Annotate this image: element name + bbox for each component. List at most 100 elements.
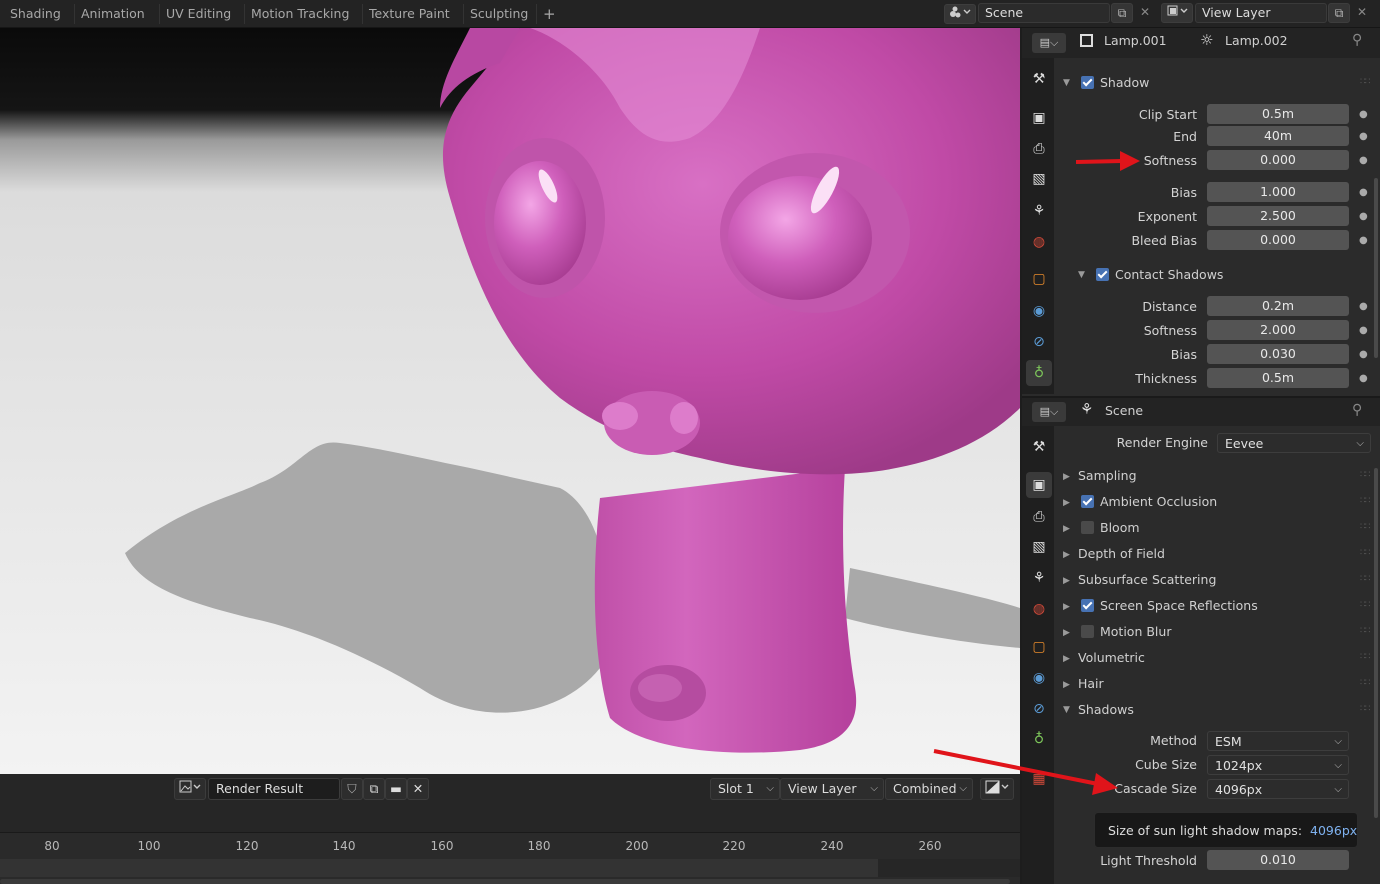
drag-grip-icon[interactable]: ∷∷: [1360, 704, 1371, 714]
method-dropdown[interactable]: ESM ⌵: [1207, 731, 1349, 751]
collapse-triangle-icon[interactable]: ▶: [1063, 680, 1070, 690]
drag-grip-icon[interactable]: ∷∷: [1360, 496, 1371, 506]
section-screen-space-reflections[interactable]: Screen Space Reflections: [1100, 595, 1258, 617]
pin-icon[interactable]: ⚲: [1352, 32, 1362, 48]
exponent-field[interactable]: 2.500: [1207, 206, 1349, 226]
section-bloom[interactable]: Bloom: [1100, 517, 1140, 539]
drag-grip-icon[interactable]: ∷∷: [1360, 470, 1371, 480]
pin-icon[interactable]: ⚲: [1352, 402, 1362, 418]
keyframe-dot-icon[interactable]: ●: [1359, 320, 1368, 342]
constraints-tab-icon[interactable]: ⊘: [1026, 696, 1052, 722]
collapse-triangle-icon[interactable]: ▶: [1063, 602, 1070, 612]
keyframe-dot-icon[interactable]: ●: [1359, 126, 1368, 148]
new-image-icon[interactable]: ⧉: [363, 778, 385, 800]
drag-grip-icon[interactable]: ∷∷: [1360, 548, 1371, 558]
contact-softness-field[interactable]: 2.000: [1207, 320, 1349, 340]
image-name-field[interactable]: Render Result: [208, 778, 340, 800]
drag-grip-icon[interactable]: ∷∷: [1360, 574, 1371, 584]
motion-blur-checkbox[interactable]: [1081, 625, 1094, 638]
render-engine-dropdown[interactable]: Eevee ⌵: [1217, 433, 1371, 453]
tab-sculpting[interactable]: Sculpting: [463, 4, 534, 24]
editor-type-icon[interactable]: ▤⌵: [1032, 402, 1066, 422]
section-volumetric[interactable]: Volumetric: [1078, 647, 1145, 669]
scene-browse-icon[interactable]: [944, 4, 976, 24]
keyframe-dot-icon[interactable]: ●: [1359, 150, 1368, 172]
ssr-checkbox[interactable]: [1081, 599, 1094, 612]
view-layer-browse-icon[interactable]: [1161, 3, 1193, 23]
tab-motion-tracking[interactable]: Motion Tracking: [244, 4, 355, 24]
add-workspace-button[interactable]: +: [536, 4, 562, 24]
display-channels-icon[interactable]: [980, 778, 1014, 800]
lower-scrollbar[interactable]: [1374, 468, 1378, 818]
collapse-triangle-icon[interactable]: ▶: [1063, 550, 1070, 560]
distance-field[interactable]: 0.2m: [1207, 296, 1349, 316]
section-ambient-occlusion[interactable]: Ambient Occlusion: [1100, 491, 1217, 513]
tool-tab-icon[interactable]: ⚒: [1026, 66, 1052, 92]
drag-grip-icon[interactable]: ∷∷: [1360, 652, 1371, 662]
editor-type-icon[interactable]: ▤⌵: [1032, 33, 1066, 53]
section-motion-blur[interactable]: Motion Blur: [1100, 621, 1171, 643]
tab-texture-paint[interactable]: Texture Paint: [362, 4, 456, 24]
drag-grip-icon[interactable]: ∷∷: [1360, 678, 1371, 688]
slot-dropdown[interactable]: Slot 1 ⌵: [710, 778, 780, 800]
render-tab-icon[interactable]: ▣: [1026, 472, 1052, 498]
collapse-triangle-icon[interactable]: ▶: [1063, 524, 1070, 534]
drag-grip-icon[interactable]: ∷∷: [1360, 77, 1371, 87]
section-hair[interactable]: Hair: [1078, 673, 1104, 695]
cascade-size-dropdown[interactable]: 4096px ⌵: [1207, 779, 1349, 799]
bias-field[interactable]: 1.000: [1207, 182, 1349, 202]
view-layer-tab-icon[interactable]: ▧: [1026, 534, 1052, 560]
clip-start-field[interactable]: 0.5m: [1207, 104, 1349, 124]
drag-grip-icon[interactable]: ∷∷: [1360, 522, 1371, 532]
collapse-triangle-icon[interactable]: ▶: [1063, 628, 1070, 638]
view-layer-close-icon[interactable]: ✕: [1351, 3, 1373, 23]
keyframe-dot-icon[interactable]: ●: [1359, 206, 1368, 228]
thickness-field[interactable]: 0.5m: [1207, 368, 1349, 388]
timeline[interactable]: 80 100 120 140 160 180 200 220 240 260: [0, 832, 1020, 884]
drag-grip-icon[interactable]: ∷∷: [1360, 626, 1371, 636]
image-browse-icon[interactable]: [174, 778, 206, 800]
collapse-triangle-icon[interactable]: ▶: [1063, 472, 1070, 482]
scene-name-field[interactable]: Scene: [978, 3, 1110, 23]
bloom-checkbox[interactable]: [1081, 521, 1094, 534]
render-pass-dropdown[interactable]: Combined ⌵: [885, 778, 973, 800]
view-layer-duplicate-icon[interactable]: ⧉: [1328, 3, 1350, 23]
collapse-triangle-icon[interactable]: ▶: [1063, 654, 1070, 664]
section-subsurface-scattering[interactable]: Subsurface Scattering: [1078, 569, 1216, 591]
contact-shadows-checkbox[interactable]: [1096, 268, 1109, 281]
physics-tab-icon[interactable]: ◉: [1026, 665, 1052, 691]
keyframe-dot-icon[interactable]: ●: [1359, 104, 1368, 126]
upper-scrollbar[interactable]: [1374, 178, 1378, 358]
scene-tab-icon[interactable]: ⚘: [1026, 565, 1052, 591]
section-shadows[interactable]: Shadows: [1078, 699, 1134, 721]
world-tab-icon[interactable]: ◍: [1026, 596, 1052, 622]
view-layer-dropdown[interactable]: View Layer ⌵: [780, 778, 884, 800]
keyframe-dot-icon[interactable]: ●: [1359, 182, 1368, 204]
tab-uv-editing[interactable]: UV Editing: [159, 4, 237, 24]
shadow-checkbox[interactable]: [1081, 76, 1094, 89]
keyframe-dot-icon[interactable]: ●: [1359, 230, 1368, 252]
expand-triangle-icon[interactable]: ▼: [1063, 705, 1070, 715]
light-threshold-field[interactable]: 0.010: [1207, 850, 1349, 870]
tab-animation[interactable]: Animation: [74, 4, 151, 24]
keyframe-dot-icon[interactable]: ●: [1359, 368, 1368, 390]
keyframe-dot-icon[interactable]: ●: [1359, 296, 1368, 318]
keyframe-dot-icon[interactable]: ●: [1359, 344, 1368, 366]
view-layer-field[interactable]: View Layer: [1195, 3, 1327, 23]
bleed-bias-field[interactable]: 0.000: [1207, 230, 1349, 250]
cube-size-dropdown[interactable]: 1024px ⌵: [1207, 755, 1349, 775]
ambient-occlusion-checkbox[interactable]: [1081, 495, 1094, 508]
object-tab-icon[interactable]: ▢: [1026, 634, 1052, 660]
expand-triangle-icon[interactable]: ▼: [1078, 270, 1085, 280]
timeline-scrollbar[interactable]: [0, 879, 1010, 884]
scene-close-icon[interactable]: ✕: [1134, 3, 1156, 23]
softness-field[interactable]: 0.000: [1207, 150, 1349, 170]
tab-shading[interactable]: Shading: [4, 4, 67, 24]
collapse-triangle-icon[interactable]: ▶: [1063, 498, 1070, 508]
fake-user-shield-icon[interactable]: ⛉: [341, 778, 363, 800]
object-tab-icon[interactable]: ▢: [1026, 266, 1052, 292]
drag-grip-icon[interactable]: ∷∷: [1360, 600, 1371, 610]
end-field[interactable]: 40m: [1207, 126, 1349, 146]
contact-bias-field[interactable]: 0.030: [1207, 344, 1349, 364]
section-sampling[interactable]: Sampling: [1078, 465, 1137, 487]
